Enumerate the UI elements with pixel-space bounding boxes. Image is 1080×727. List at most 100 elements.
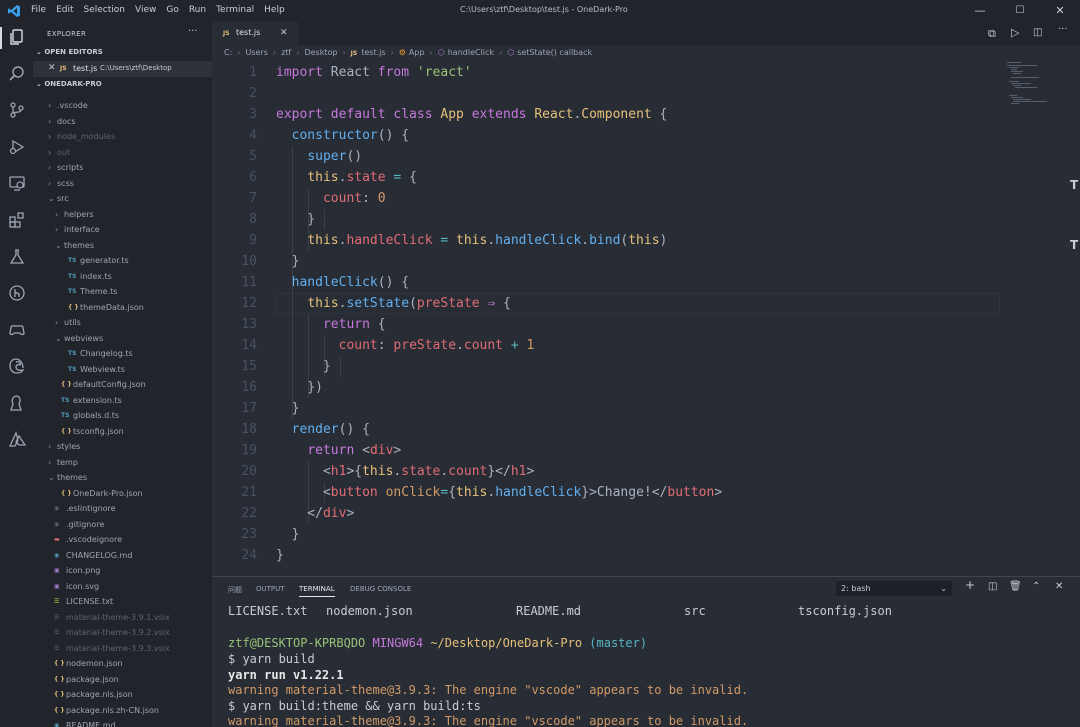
extensions-icon[interactable] (8, 211, 26, 229)
tree-item[interactable]: TS extension.ts (33, 393, 212, 408)
source-control-icon[interactable] (8, 101, 26, 119)
code-line[interactable]: return { (276, 314, 386, 335)
tree-item[interactable]: ◉ .gitignore (33, 517, 212, 532)
tree-item[interactable]: ☰ material-theme-3.9.1.vsix (33, 610, 212, 625)
code-line[interactable]: } (276, 209, 315, 230)
tree-item[interactable]: › helpers (33, 207, 212, 222)
tree-item[interactable]: › temp (33, 455, 212, 470)
tree-item[interactable]: TS generator.ts (33, 253, 212, 268)
tree-item[interactable]: ⌄ webviews (33, 331, 212, 346)
tree-item[interactable]: ◉ README.md (33, 718, 212, 727)
git-graph-icon[interactable] (8, 284, 26, 302)
code-line[interactable]: }) (276, 377, 323, 398)
tree-item[interactable]: ⌄ src (33, 191, 212, 206)
menu-item-run[interactable]: Run (189, 5, 206, 15)
menu-item-go[interactable]: Go (166, 5, 178, 15)
breadcrumb-item[interactable]: handleClick (448, 48, 494, 57)
code-line[interactable]: this.handleClick = this.handleClick.bind… (276, 230, 667, 251)
tab-problems[interactable]: 问题 (228, 585, 242, 595)
tree-item[interactable]: › .vscode (33, 98, 212, 113)
tree-item[interactable]: › scss (33, 176, 212, 191)
project-section[interactable]: ⌄ ONEDARK-PRO (36, 80, 102, 88)
tree-item[interactable]: { } defaultConfig.json (33, 377, 212, 392)
maximize-button[interactable]: ☐ (1000, 0, 1040, 22)
menu-item-file[interactable]: File (31, 5, 46, 15)
tree-item[interactable]: › docs (33, 114, 212, 129)
tree-item[interactable]: { } package.nls.json (33, 687, 212, 702)
terminal-select[interactable]: 2: bash ⌄ (836, 581, 952, 596)
files-icon[interactable] (8, 28, 26, 46)
tree-item[interactable]: ▬ .vscodeignore (33, 532, 212, 547)
code-line[interactable]: <h1>{this.state.count}</h1> (276, 461, 534, 482)
tree-item[interactable]: { } package.json (33, 672, 212, 687)
tree-item[interactable]: { } package.nls.zh-CN.json (33, 703, 212, 718)
code-line[interactable]: render() { (276, 419, 370, 440)
code-line[interactable]: } (276, 524, 300, 545)
tree-item[interactable]: TS Theme.ts (33, 284, 212, 299)
tree-item[interactable]: TS index.ts (33, 269, 212, 284)
tree-item[interactable]: › out (33, 145, 212, 160)
kill-terminal-icon[interactable]: 🗑 (1009, 581, 1022, 592)
more-actions-icon[interactable]: ··· (188, 26, 198, 37)
tree-item[interactable]: ◉ .eslintignore (33, 501, 212, 516)
breadcrumb-item[interactable]: Users (245, 48, 267, 57)
code-line[interactable]: } (276, 545, 284, 566)
code-line[interactable]: } (276, 398, 300, 419)
close-editor-icon[interactable]: ✕ (48, 63, 56, 73)
close-window-button[interactable]: ✕ (1040, 0, 1080, 22)
remote-explorer-icon[interactable] (8, 174, 26, 192)
code-line[interactable]: super() (276, 146, 362, 167)
tree-item[interactable]: ☰ material-theme-3.9.2.vsix (33, 625, 212, 640)
minimap[interactable] (1007, 62, 1067, 122)
code-line[interactable]: return <div> (276, 440, 401, 461)
testing-icon[interactable] (8, 248, 26, 266)
search-icon[interactable] (8, 65, 26, 83)
code-line[interactable]: } (276, 356, 331, 377)
breadcrumb-item[interactable]: ztf (281, 48, 291, 57)
menu-item-terminal[interactable]: Terminal (216, 5, 254, 15)
azure-icon[interactable] (8, 430, 27, 449)
tree-item[interactable]: TS globals.d.ts (33, 408, 212, 423)
code-line[interactable]: import React from 'react' (276, 62, 472, 83)
code-line[interactable]: } (276, 251, 300, 272)
code-line[interactable]: <button onClick={this.handleClick}>Chang… (276, 482, 722, 503)
tree-item[interactable]: ☰ material-theme-3.9.3.vsix (33, 641, 212, 656)
tab-test-js[interactable]: JS test.js ✕ (212, 22, 298, 45)
open-editor-item[interactable]: ✕ JS test.js C:\Users\ztf\Desktop (33, 61, 212, 77)
menu-item-help[interactable]: Help (264, 5, 285, 15)
tree-item[interactable]: ⌄ themes (33, 470, 212, 485)
code-line[interactable]: export default class App extends React.C… (276, 104, 667, 125)
tree-item[interactable]: ◉ CHANGELOG.md (33, 548, 212, 563)
tree-item[interactable]: { } OneDark-Pro.json (33, 486, 212, 501)
split-editor-icon[interactable]: ◫ (1033, 27, 1042, 38)
code-line[interactable]: handleClick() { (276, 272, 409, 293)
tree-item[interactable]: { } nodemon.json (33, 656, 212, 671)
code-line[interactable]: this.setState(preState ⇒ { (276, 293, 511, 314)
code-line[interactable]: count: preState.count + 1 (276, 335, 535, 356)
tab-output[interactable]: OUTPUT (256, 585, 285, 593)
run-icon[interactable]: ▷ (1011, 26, 1019, 39)
code-line[interactable]: count: 0 (276, 188, 386, 209)
menu-item-view[interactable]: View (135, 5, 156, 15)
code-line[interactable]: </div> (276, 503, 354, 524)
menu-item-edit[interactable]: Edit (56, 5, 73, 15)
tree-item[interactable]: › scripts (33, 160, 212, 175)
tree-item[interactable]: ▣ icon.png (33, 563, 212, 578)
new-terminal-icon[interactable]: + (965, 578, 975, 592)
maximize-panel-icon[interactable]: ⌃ (1032, 581, 1040, 592)
tree-item[interactable]: ☰ LICENSE.txt (33, 594, 212, 609)
tree-item[interactable]: › styles (33, 439, 212, 454)
menu-item-selection[interactable]: Selection (84, 5, 125, 15)
tree-item[interactable]: TS Webview.ts (33, 362, 212, 377)
breadcrumb-item[interactable]: Desktop (304, 48, 337, 57)
split-terminal-icon[interactable]: ◫ (988, 581, 997, 592)
game-controller-icon[interactable] (8, 321, 26, 339)
breadcrumb-item[interactable]: test.js (361, 48, 385, 57)
close-panel-icon[interactable]: ✕ (1055, 581, 1063, 592)
more-actions-icon[interactable]: ··· (1058, 24, 1068, 35)
tab-debug-console[interactable]: DEBUG CONSOLE (350, 585, 411, 593)
tab-terminal[interactable]: TERMINAL (299, 585, 335, 597)
tree-item[interactable]: { } themeData.json (33, 300, 212, 315)
open-editors-section[interactable]: ⌄ OPEN EDITORS (36, 48, 103, 56)
tree-item[interactable]: › node_modules (33, 129, 212, 144)
